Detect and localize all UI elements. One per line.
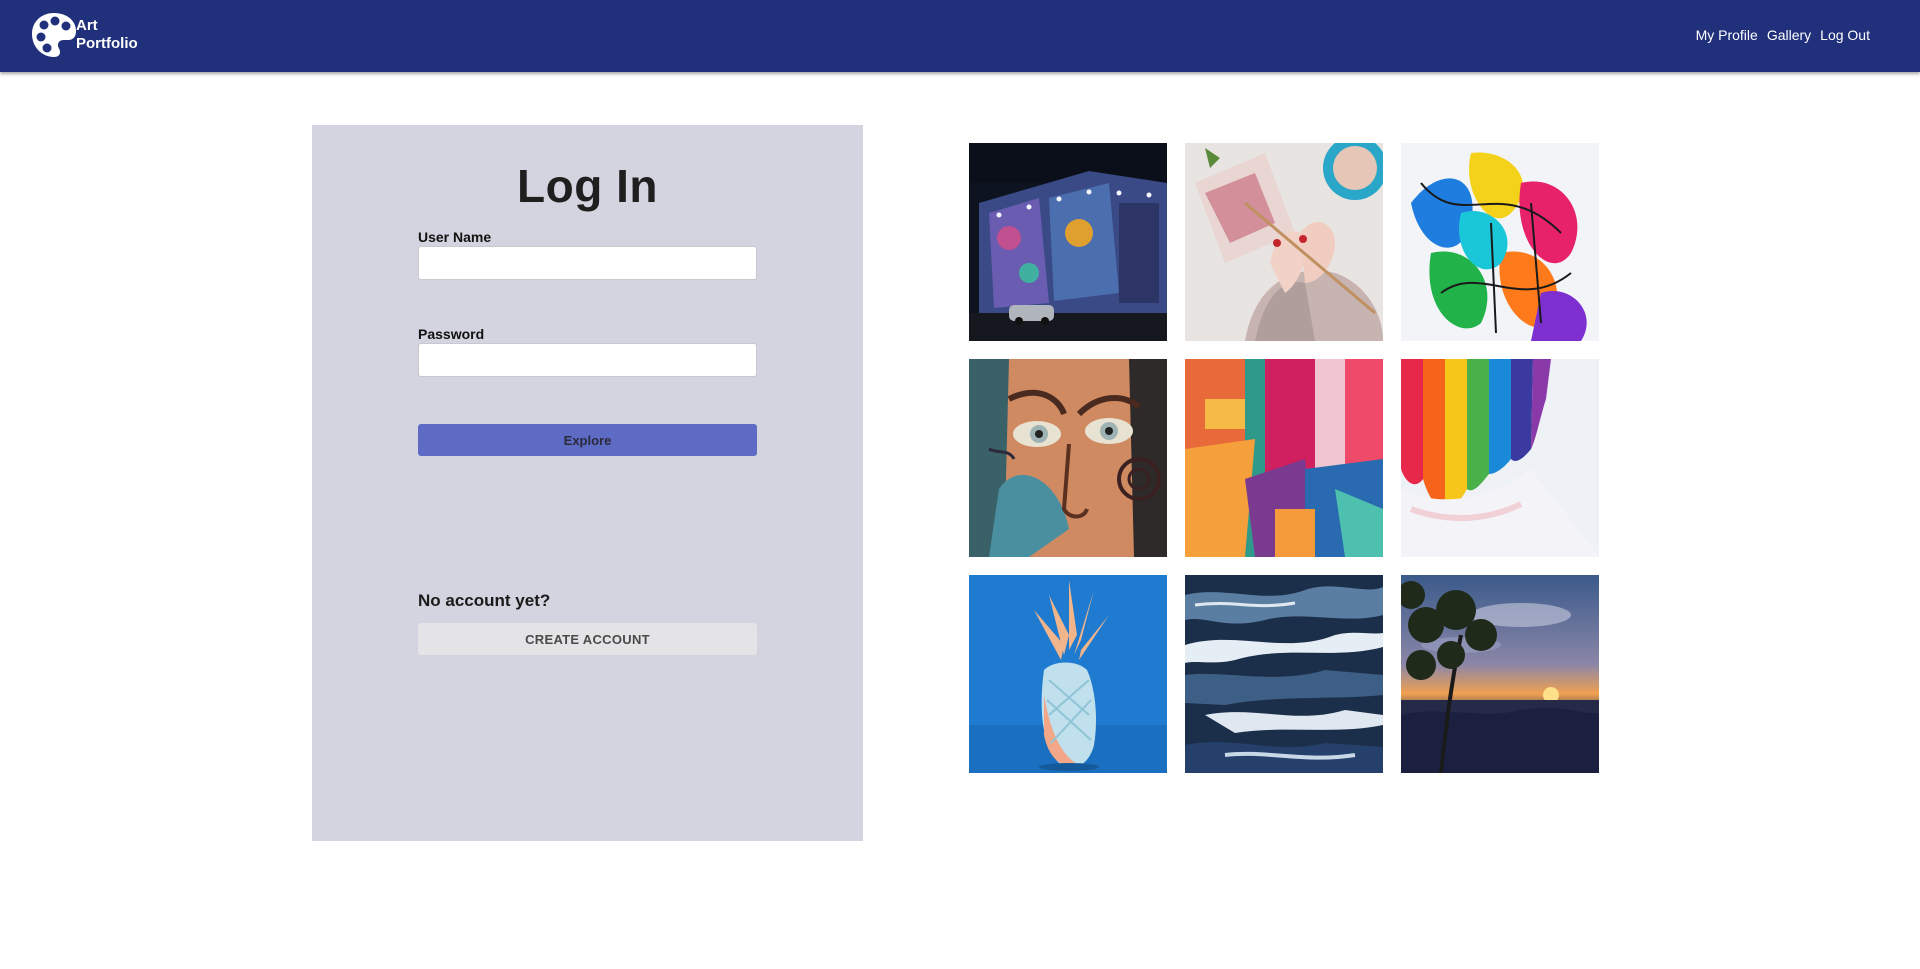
username-input[interactable]: [418, 246, 757, 280]
gallery-image-rainbow-strokes[interactable]: [1401, 359, 1599, 557]
gallery-image-pineapple[interactable]: [969, 575, 1167, 773]
brand-name: Art Portfolio: [76, 17, 146, 53]
gallery-image-street-mural[interactable]: [969, 143, 1167, 341]
login-panel: Log In User Name Password Explore No acc…: [312, 125, 863, 841]
explore-button[interactable]: Explore: [418, 424, 757, 456]
username-label: User Name: [418, 229, 492, 245]
nav-links: My Profile Gallery Log Out: [1696, 27, 1870, 43]
brand-name-line2: Portfolio: [76, 35, 138, 52]
nav-logout-link[interactable]: Log Out: [1820, 27, 1870, 43]
login-title: Log In: [517, 160, 658, 212]
gallery-image-abstract-splash[interactable]: [1401, 143, 1599, 341]
top-navbar: Art Portfolio My Profile Gallery Log Out: [0, 0, 1920, 72]
palette-icon: [32, 13, 76, 57]
nav-gallery-link[interactable]: Gallery: [1767, 27, 1811, 43]
brand-logo-link[interactable]: Art Portfolio: [30, 11, 146, 59]
create-account-button[interactable]: CREATE ACCOUNT: [418, 623, 757, 655]
password-label: Password: [418, 326, 485, 342]
gallery-image-sunset-canyon[interactable]: [1401, 575, 1599, 773]
gallery-image-abstract-red[interactable]: [1185, 359, 1383, 557]
password-input[interactable]: [418, 343, 757, 377]
gallery-image-face-mural[interactable]: [969, 359, 1167, 557]
brand-name-line1: Art: [76, 17, 98, 34]
gallery-grid: [969, 143, 1599, 773]
gallery-image-knitting-hands[interactable]: [1185, 143, 1383, 341]
nav-my-profile-link[interactable]: My Profile: [1696, 27, 1758, 43]
gallery-image-wave-painting[interactable]: [1185, 575, 1383, 773]
no-account-text: No account yet?: [418, 591, 551, 610]
